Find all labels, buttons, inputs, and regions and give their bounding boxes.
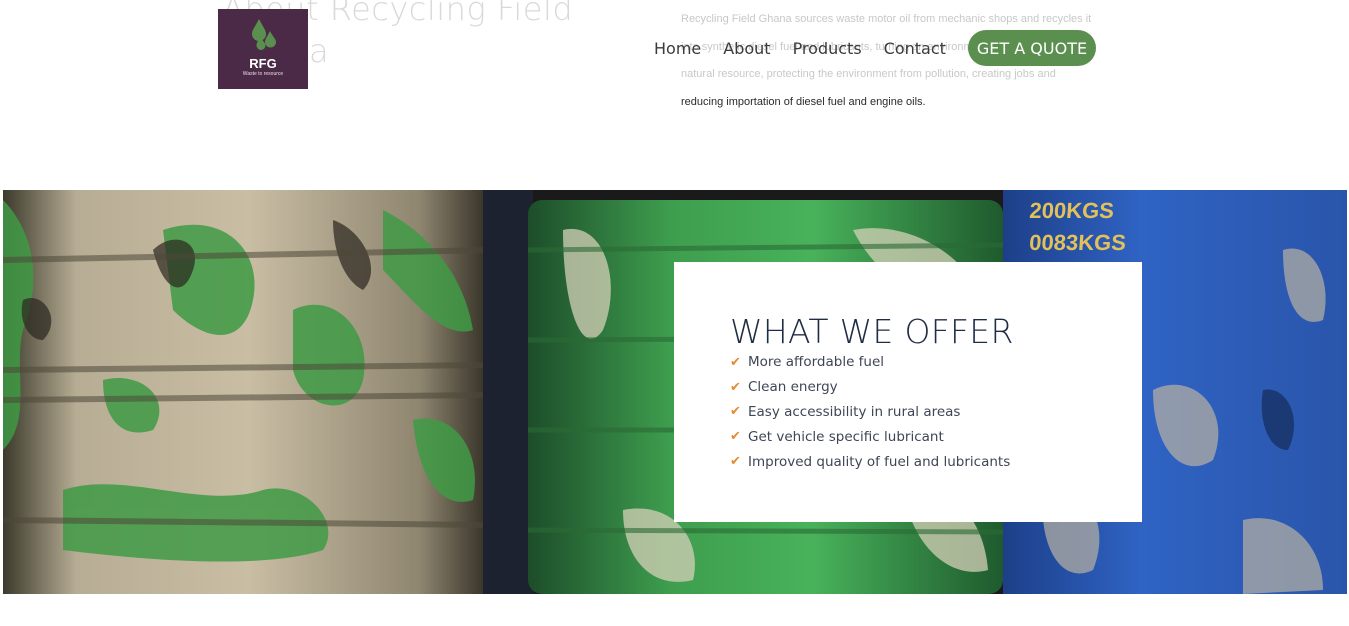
- get-a-quote-button[interactable]: GET A QUOTE: [967, 30, 1097, 66]
- list-item: ✔ Clean energy: [730, 375, 1142, 400]
- list-item: ✔ Improved quality of fuel and lubricant…: [730, 449, 1142, 474]
- site-logo[interactable]: RFG Waste to resource: [218, 9, 308, 89]
- offer-title: WHAT WE OFFER: [730, 312, 1014, 351]
- checkmark-icon: ✔: [730, 454, 741, 470]
- paragraph-line: reducing importation of diesel fuel and …: [681, 95, 926, 108]
- nav-products[interactable]: Products: [793, 39, 862, 58]
- nav-contact[interactable]: Contact: [884, 39, 946, 58]
- checkmark-icon: ✔: [730, 429, 741, 445]
- main-nav: Home About Products Contact GET A QUOTE: [654, 30, 1097, 66]
- checkmark-icon: ✔: [730, 354, 741, 370]
- list-item: ✔ More affordable fuel: [730, 350, 1142, 375]
- nav-home[interactable]: Home: [654, 39, 701, 58]
- offer-item-label: Easy accessibility in rural areas: [748, 403, 961, 420]
- list-item: ✔ Easy accessibility in rural areas: [730, 400, 1142, 425]
- offer-item-label: Get vehicle specific lubricant: [748, 428, 944, 445]
- oil-drops-icon: [252, 19, 276, 50]
- offer-card: WHAT WE OFFER ✔ More affordable fuel ✔ C…: [674, 262, 1142, 522]
- list-item: ✔ Get vehicle specific lubricant: [730, 424, 1142, 449]
- logo-tagline: Waste to resource: [242, 71, 284, 77]
- offer-list: ✔ More affordable fuel ✔ Clean energy ✔ …: [730, 350, 1142, 474]
- nav-about[interactable]: About: [723, 39, 770, 58]
- offer-item-label: Clean energy: [748, 379, 838, 396]
- offer-item-label: More affordable fuel: [748, 354, 885, 371]
- svg-text:0083KGS: 0083KGS: [1028, 230, 1126, 255]
- logo-text: RFG: [249, 56, 277, 71]
- offer-item-label: Improved quality of fuel and lubricants: [748, 453, 1011, 470]
- checkmark-icon: ✔: [730, 379, 741, 395]
- checkmark-icon: ✔: [730, 404, 741, 420]
- svg-text:200KGS: 200KGS: [1029, 198, 1115, 223]
